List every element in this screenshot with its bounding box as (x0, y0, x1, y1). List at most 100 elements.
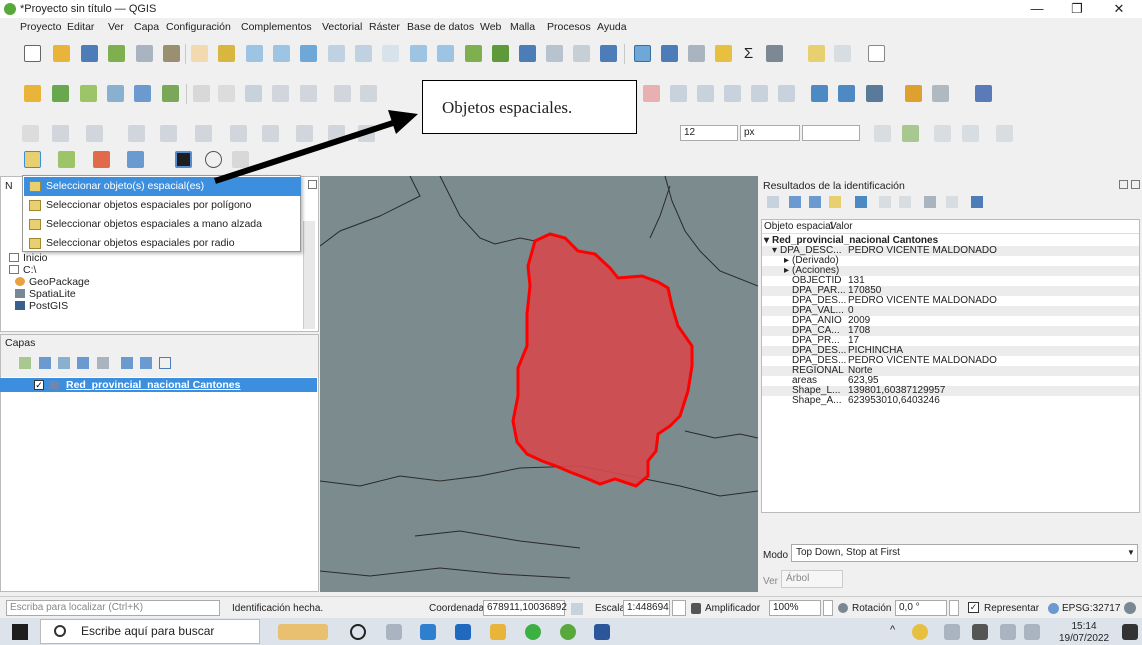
save-project-icon[interactable] (81, 45, 98, 62)
qgis-taskbar-icon[interactable] (560, 624, 576, 640)
identify-features-icon[interactable] (634, 45, 651, 62)
statistics-sum-icon[interactable]: Σ (740, 45, 757, 62)
open-layer-styling-icon[interactable] (19, 357, 31, 369)
help-icon[interactable] (971, 196, 983, 208)
modify-attributes-icon[interactable] (334, 85, 351, 102)
select-features-icon[interactable] (24, 151, 41, 168)
tree-item-spatialite[interactable]: SpatiaLite (15, 289, 76, 300)
processing-toolbox-icon[interactable] (715, 45, 732, 62)
coordinate-field[interactable]: 678911,10036892 (483, 600, 567, 616)
menu-item-select-freehand[interactable]: Seleccionar objetos espaciales a mano al… (24, 215, 301, 234)
menu-raster[interactable]: Ráster (369, 21, 400, 33)
word-icon[interactable] (594, 624, 610, 640)
deselect-icon[interactable] (93, 151, 110, 168)
add-ring-icon[interactable] (230, 125, 247, 142)
bookmark-icon[interactable] (519, 45, 536, 62)
plugin-tool-icon[interactable] (905, 85, 922, 102)
delete-ring-icon[interactable] (296, 125, 313, 142)
digitize-layer-icon[interactable] (24, 85, 41, 102)
new-geopackage-layer-icon[interactable] (52, 85, 69, 102)
split-features-icon[interactable] (86, 125, 103, 142)
mail-icon[interactable] (455, 624, 471, 640)
rotation-field[interactable]: 0,0 ° (895, 600, 947, 616)
selected-canton-polygon[interactable] (511, 232, 694, 488)
menu-vectorial[interactable]: Vectorial (322, 21, 362, 33)
reshape-icon[interactable] (128, 125, 145, 142)
minimize-button[interactable]: — (1022, 0, 1052, 18)
windows-start-icon[interactable] (12, 624, 28, 640)
manage-map-themes-icon[interactable] (58, 357, 70, 369)
mode-select[interactable]: Top Down, Stop at First (791, 544, 1138, 562)
label-show-hide-icon[interactable] (724, 85, 741, 102)
zoom-to-selection-icon[interactable] (328, 45, 345, 62)
magnifier-field[interactable]: 100% (769, 600, 821, 616)
map-tips-icon[interactable] (808, 45, 825, 62)
text-annotation-icon[interactable] (868, 45, 885, 62)
lock-icon[interactable] (691, 603, 701, 614)
rotate-point-icon[interactable] (996, 125, 1013, 142)
clock-time[interactable]: 15:14 (1056, 621, 1112, 632)
open-field-calculator-icon[interactable] (175, 151, 192, 168)
file-explorer-icon[interactable] (490, 624, 506, 640)
query-layer-icon[interactable] (811, 85, 828, 102)
taskbar-search-input[interactable]: Escribe aquí para buscar (40, 619, 260, 644)
clock-date[interactable]: 19/07/2022 (1056, 633, 1112, 644)
zoom-next-icon[interactable] (437, 45, 454, 62)
restore-button[interactable]: ❐ (1062, 0, 1092, 18)
attribute-table-icon[interactable] (661, 45, 678, 62)
menu-ver[interactable]: Ver (108, 21, 124, 33)
zoom-native-icon[interactable] (382, 45, 399, 62)
browser-scrollbar[interactable] (303, 221, 315, 329)
extents-toggle-icon[interactable] (571, 603, 583, 615)
view-select[interactable]: Árbol (781, 570, 843, 588)
offset-curve-icon[interactable] (160, 125, 177, 142)
label-move-icon[interactable] (751, 85, 768, 102)
cortana-icon[interactable] (350, 624, 366, 640)
add-mesh-layer-icon[interactable] (162, 85, 179, 102)
layer-labeling-icon[interactable] (670, 85, 687, 102)
menu-capa[interactable]: Capa (134, 21, 159, 33)
layer-visibility-checkbox[interactable]: ✓ (34, 380, 44, 390)
menu-item-select-features[interactable]: Seleccionar objeto(s) espacial(es) (24, 177, 301, 196)
remove-layer-icon[interactable] (159, 357, 171, 369)
wifi-icon[interactable] (1000, 624, 1016, 640)
expression-icon[interactable] (232, 151, 249, 168)
layout-manager-icon[interactable] (136, 45, 153, 62)
snapping-icon[interactable] (22, 125, 39, 142)
delete-part-icon[interactable] (358, 125, 375, 142)
add-vector-layer-icon[interactable] (80, 85, 97, 102)
battery-icon[interactable] (972, 624, 988, 640)
panel-close-icon[interactable] (1131, 180, 1140, 189)
tree-item-inicio[interactable]: Inicio (9, 253, 48, 264)
help-icon[interactable] (975, 85, 992, 102)
zoom-out-icon[interactable] (273, 45, 290, 62)
messages-icon[interactable] (1124, 602, 1136, 614)
open-project-icon[interactable] (53, 45, 70, 62)
attribute-row[interactable]: Shape_A... 623953010,6403246 (762, 396, 1139, 406)
font-size-input[interactable]: 12 (680, 125, 738, 141)
crs-label[interactable]: EPSG:32717 (1062, 603, 1120, 614)
chrome-icon[interactable] (525, 624, 541, 640)
zoom-full-icon[interactable] (300, 45, 317, 62)
new-print-layout-icon[interactable] (108, 45, 125, 62)
add-part-icon[interactable] (328, 125, 345, 142)
select-location-icon[interactable] (127, 151, 144, 168)
menu-item-select-by-radius[interactable]: Seleccionar objetos espaciales por radio (24, 234, 301, 253)
menu-malla[interactable]: Malla (510, 21, 535, 33)
panel-close-icon[interactable] (308, 180, 317, 189)
rotation-stepper[interactable] (949, 600, 959, 616)
simplify-icon[interactable] (195, 125, 212, 142)
identify-settings-icon[interactable] (946, 196, 958, 208)
magnifier-stepper[interactable] (823, 600, 833, 616)
layer-row-cantones[interactable]: ✓ Red_provincial_nacional Cantones (0, 378, 317, 392)
expand-all-icon[interactable] (121, 357, 133, 369)
clear-results-icon[interactable] (855, 196, 867, 208)
print-response-icon[interactable] (899, 196, 911, 208)
temporal-controller-icon[interactable] (573, 45, 590, 62)
menu-ayuda[interactable]: Ayuda (597, 21, 627, 33)
crs-globe-icon[interactable] (1048, 603, 1059, 614)
select-feature-icon[interactable] (829, 196, 841, 208)
menu-configuracion[interactable]: Configuración (166, 21, 231, 33)
vertex-tool-icon[interactable] (300, 85, 317, 102)
collapse-all-icon[interactable] (140, 357, 152, 369)
